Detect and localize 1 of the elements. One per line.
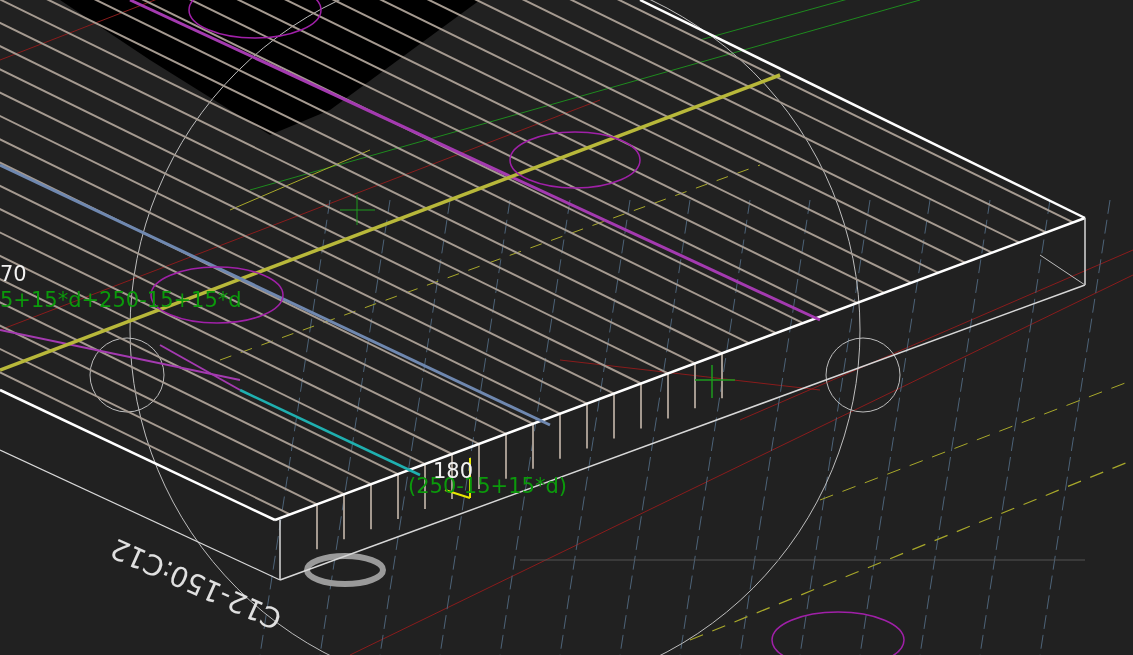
dimension-label: 70 <box>0 264 27 285</box>
